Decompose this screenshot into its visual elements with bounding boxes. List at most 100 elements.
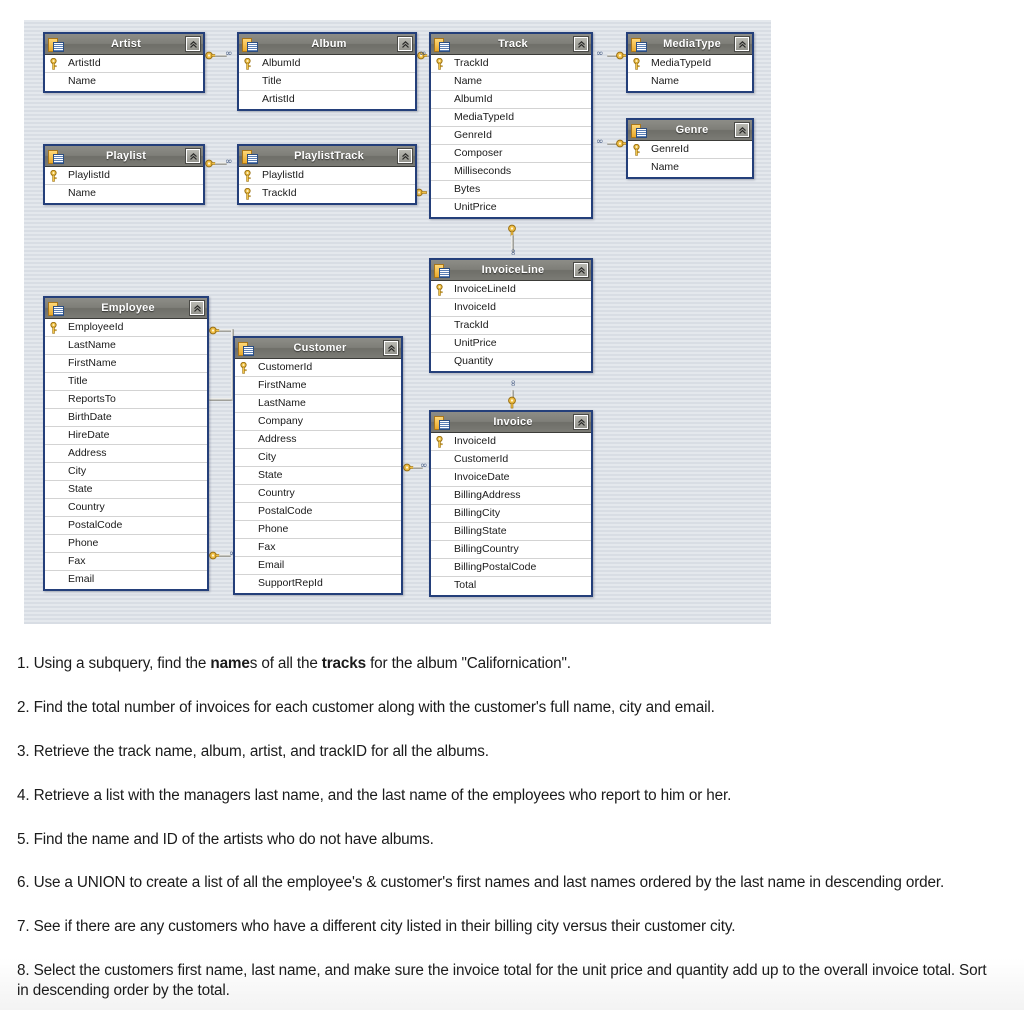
entity-table-invoice[interactable]: Invoice InvoiceId CustomerId InvoiceDate Bil… (429, 410, 593, 597)
field-name: Name (651, 161, 680, 173)
field-row[interactable]: GenreId (431, 127, 591, 145)
entity-header-artist[interactable]: Artist (45, 34, 203, 55)
field-row[interactable]: PlaylistId (239, 167, 415, 185)
field-row[interactable]: BillingCity (431, 505, 591, 523)
field-row[interactable]: MediaTypeId (431, 109, 591, 127)
field-row[interactable]: InvoiceLineId (431, 281, 591, 299)
field-row[interactable]: Address (235, 431, 401, 449)
entity-header-invoiceline[interactable]: InvoiceLine (431, 260, 591, 281)
field-row[interactable]: ArtistId (45, 55, 203, 73)
collapse-icon[interactable] (189, 300, 205, 316)
field-row[interactable]: BirthDate (45, 409, 207, 427)
field-row[interactable]: Name (628, 159, 752, 177)
entity-table-genre[interactable]: Genre GenreId Name (626, 118, 754, 179)
field-row[interactable]: EmployeeId (45, 319, 207, 337)
field-row[interactable]: SupportRepId (235, 575, 401, 593)
entity-header-genre[interactable]: Genre (628, 120, 752, 141)
field-name: FirstName (258, 379, 307, 391)
field-row[interactable]: BillingAddress (431, 487, 591, 505)
field-row[interactable]: UnitPrice (431, 335, 591, 353)
entity-header-playlisttrack[interactable]: PlaylistTrack (239, 146, 415, 167)
field-row[interactable]: TrackId (431, 55, 591, 73)
field-row[interactable]: PostalCode (235, 503, 401, 521)
field-row[interactable]: Country (45, 499, 207, 517)
field-row[interactable]: Title (239, 73, 415, 91)
field-row[interactable]: BillingPostalCode (431, 559, 591, 577)
entity-table-playlist[interactable]: Playlist PlaylistId Name (43, 144, 205, 205)
entity-table-invoiceline[interactable]: InvoiceLine InvoiceLineId InvoiceId TrackId… (429, 258, 593, 373)
field-row[interactable]: Address (45, 445, 207, 463)
collapse-icon[interactable] (185, 148, 201, 164)
field-row[interactable]: Phone (235, 521, 401, 539)
field-row[interactable]: UnitPrice (431, 199, 591, 217)
entity-header-track[interactable]: Track (431, 34, 591, 55)
field-row[interactable]: State (235, 467, 401, 485)
field-row[interactable]: Bytes (431, 181, 591, 199)
field-row[interactable]: LastName (235, 395, 401, 413)
field-row[interactable]: Name (45, 73, 203, 91)
field-row[interactable]: FirstName (45, 355, 207, 373)
field-row[interactable]: PostalCode (45, 517, 207, 535)
collapse-icon[interactable] (185, 36, 201, 52)
entity-header-playlist[interactable]: Playlist (45, 146, 203, 167)
field-row[interactable]: Name (45, 185, 203, 203)
field-row[interactable]: ArtistId (239, 91, 415, 109)
field-row[interactable]: Title (45, 373, 207, 391)
field-row[interactable]: MediaTypeId (628, 55, 752, 73)
entity-table-album[interactable]: Album AlbumId Title ArtistId (237, 32, 417, 111)
collapse-icon[interactable] (397, 148, 413, 164)
collapse-icon[interactable] (383, 340, 399, 356)
field-row[interactable]: Phone (45, 535, 207, 553)
field-row[interactable]: InvoiceDate (431, 469, 591, 487)
entity-table-track[interactable]: Track TrackId Name AlbumId MediaTypeId GenreI… (429, 32, 593, 219)
field-row[interactable]: BillingState (431, 523, 591, 541)
field-row[interactable]: PlaylistId (45, 167, 203, 185)
field-row[interactable]: State (45, 481, 207, 499)
field-row[interactable]: City (235, 449, 401, 467)
field-row[interactable]: LastName (45, 337, 207, 355)
field-row[interactable]: CustomerId (431, 451, 591, 469)
field-row[interactable]: Name (628, 73, 752, 91)
entity-table-employee[interactable]: Employee EmployeeId LastName FirstName Title… (43, 296, 209, 591)
entity-table-playlisttrack[interactable]: PlaylistTrack PlaylistId TrackId (237, 144, 417, 205)
field-row[interactable]: FirstName (235, 377, 401, 395)
entity-header-album[interactable]: Album (239, 34, 415, 55)
collapse-icon[interactable] (573, 414, 589, 430)
field-row[interactable]: Quantity (431, 353, 591, 371)
field-row[interactable]: Composer (431, 145, 591, 163)
field-row[interactable]: Fax (235, 539, 401, 557)
field-row[interactable]: CustomerId (235, 359, 401, 377)
field-row[interactable]: GenreId (628, 141, 752, 159)
field-row[interactable]: Name (431, 73, 591, 91)
collapse-icon[interactable] (573, 262, 589, 278)
field-row[interactable]: HireDate (45, 427, 207, 445)
entity-table-artist[interactable]: Artist ArtistId Name (43, 32, 205, 93)
field-row[interactable]: BillingCountry (431, 541, 591, 559)
collapse-icon[interactable] (734, 36, 750, 52)
field-name: BillingCountry (454, 543, 519, 555)
field-row[interactable]: ReportsTo (45, 391, 207, 409)
field-row[interactable]: Country (235, 485, 401, 503)
field-row[interactable]: Milliseconds (431, 163, 591, 181)
collapse-icon[interactable] (397, 36, 413, 52)
field-row[interactable]: AlbumId (431, 91, 591, 109)
entity-table-customer[interactable]: Customer CustomerId FirstName LastName Compa… (233, 336, 403, 595)
field-row[interactable]: Email (235, 557, 401, 575)
collapse-icon[interactable] (734, 122, 750, 138)
field-row[interactable]: Email (45, 571, 207, 589)
field-row[interactable]: TrackId (431, 317, 591, 335)
field-row[interactable]: InvoiceId (431, 299, 591, 317)
field-row[interactable]: AlbumId (239, 55, 415, 73)
entity-header-invoice[interactable]: Invoice (431, 412, 591, 433)
field-row[interactable]: Fax (45, 553, 207, 571)
field-row[interactable]: Company (235, 413, 401, 431)
collapse-icon[interactable] (573, 36, 589, 52)
field-row[interactable]: TrackId (239, 185, 415, 203)
field-row[interactable]: InvoiceId (431, 433, 591, 451)
entity-table-mediatype[interactable]: MediaType MediaTypeId Name (626, 32, 754, 93)
field-row[interactable]: Total (431, 577, 591, 595)
entity-header-customer[interactable]: Customer (235, 338, 401, 359)
field-row[interactable]: City (45, 463, 207, 481)
entity-header-employee[interactable]: Employee (45, 298, 207, 319)
entity-header-mediatype[interactable]: MediaType (628, 34, 752, 55)
